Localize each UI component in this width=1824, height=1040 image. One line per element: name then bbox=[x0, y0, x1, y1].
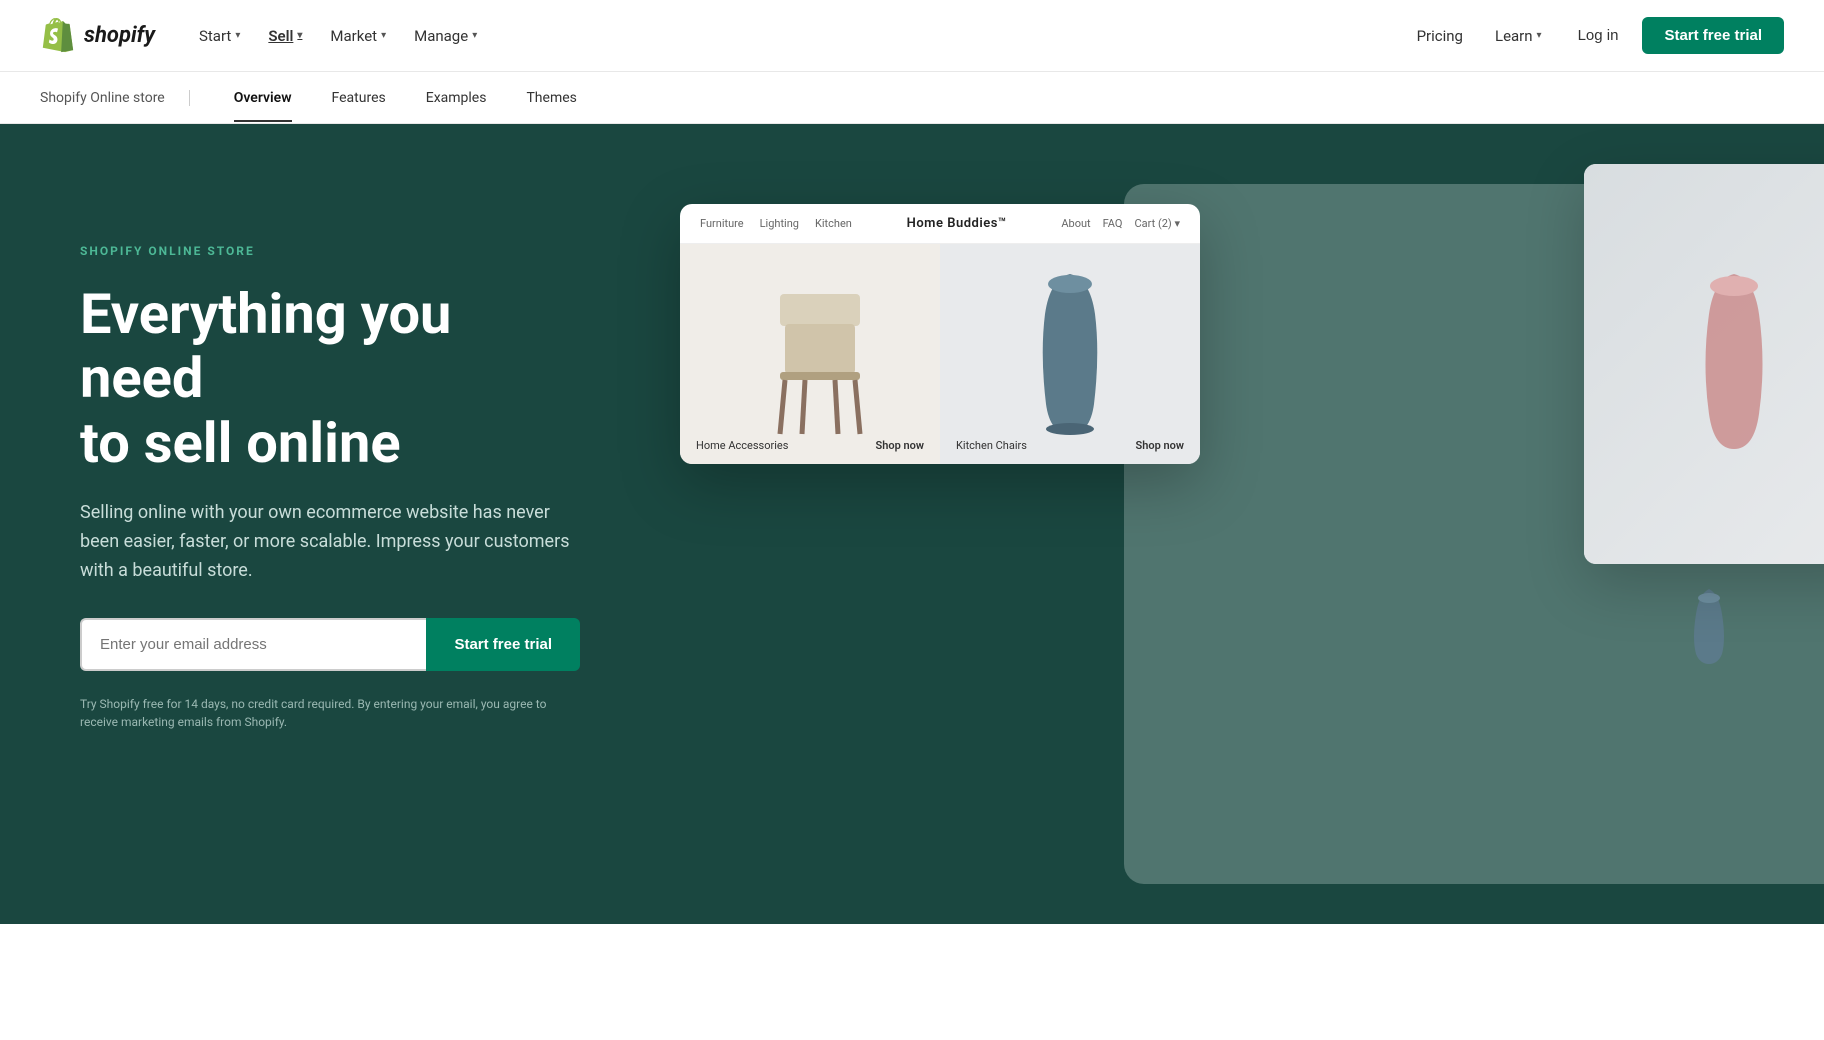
chair-product-image bbox=[680, 244, 940, 464]
shopify-logo-icon bbox=[40, 18, 76, 54]
subnav: Shopify Online store Overview Features E… bbox=[0, 72, 1824, 124]
logo-text: shopify bbox=[84, 23, 155, 48]
store-product-chairs: Kitchen Chairs Shop now bbox=[940, 244, 1200, 464]
email-input[interactable] bbox=[80, 618, 426, 671]
store-preview-card: Furniture Lighting Kitchen Home Buddies™… bbox=[680, 204, 1200, 464]
hero-disclaimer: Try Shopify free for 14 days, no credit … bbox=[80, 695, 560, 731]
nav-pricing[interactable]: Pricing bbox=[1405, 19, 1475, 53]
nav-trial-button[interactable]: Start free trial bbox=[1642, 17, 1784, 54]
product-shop-accessories: Shop now bbox=[876, 439, 925, 452]
store-nav-lighting: Lighting bbox=[760, 217, 799, 230]
nav-links-right: Pricing Learn ▾ Log in Start free trial bbox=[1405, 17, 1784, 54]
hero-subtext: Selling online with your own ecommerce w… bbox=[80, 499, 580, 585]
store-nav-furniture: Furniture bbox=[700, 217, 744, 230]
nav-sell[interactable]: Sell ▾ bbox=[256, 19, 314, 53]
start-chevron-icon: ▾ bbox=[235, 30, 240, 41]
store-preview-card-2 bbox=[1584, 164, 1824, 564]
product-label-chairs: Kitchen Chairs bbox=[956, 439, 1027, 452]
subnav-features[interactable]: Features bbox=[312, 74, 406, 122]
hero-content: SHOPIFY ONLINE STORE Everything you need… bbox=[0, 124, 640, 924]
nav-learn[interactable]: Learn ▾ bbox=[1483, 19, 1554, 53]
login-button[interactable]: Log in bbox=[1562, 19, 1635, 52]
product-shop-chairs: Shop now bbox=[1136, 439, 1185, 452]
sell-chevron-icon: ▾ bbox=[297, 30, 302, 41]
product-label-accessories: Home Accessories bbox=[696, 439, 788, 452]
nav-start[interactable]: Start ▾ bbox=[187, 19, 252, 53]
store-cart: Cart (2) ▾ bbox=[1135, 217, 1181, 230]
hero-eyebrow: SHOPIFY ONLINE STORE bbox=[80, 244, 580, 258]
store-product-accessories: Home Accessories Shop now bbox=[680, 244, 940, 464]
vase-product-image bbox=[940, 244, 1200, 464]
nav-manage[interactable]: Manage ▾ bbox=[402, 19, 489, 53]
logo-link[interactable]: shopify bbox=[40, 18, 155, 54]
store-nav-links: Furniture Lighting Kitchen bbox=[700, 217, 852, 230]
subnav-brand: Shopify Online store bbox=[40, 90, 190, 106]
market-chevron-icon: ▾ bbox=[381, 30, 386, 41]
hero-trial-button[interactable]: Start free trial bbox=[426, 618, 580, 671]
hero-section: SHOPIFY ONLINE STORE Everything you need… bbox=[0, 124, 1824, 924]
manage-chevron-icon: ▾ bbox=[472, 30, 477, 41]
nav-links-left: Start ▾ Sell ▾ Market ▾ Manage ▾ bbox=[187, 19, 1405, 53]
hero-heading: Everything you need to sell online bbox=[80, 282, 580, 475]
store-brand-name: Home Buddies™ bbox=[907, 216, 1007, 231]
hero-visual: Furniture Lighting Kitchen Home Buddies™… bbox=[640, 124, 1824, 924]
store-about-link: About bbox=[1061, 217, 1090, 230]
store-product-grid: Home Accessories Shop now Kitchen Chairs bbox=[680, 244, 1200, 464]
learn-chevron-icon: ▾ bbox=[1537, 30, 1542, 41]
subnav-examples[interactable]: Examples bbox=[406, 74, 507, 122]
store-right-links: About FAQ Cart (2) ▾ bbox=[1061, 217, 1180, 230]
store-nav-kitchen: Kitchen bbox=[815, 217, 852, 230]
subnav-overview[interactable]: Overview bbox=[214, 74, 312, 122]
store-faq-link: FAQ bbox=[1103, 217, 1123, 230]
subnav-themes[interactable]: Themes bbox=[506, 74, 596, 122]
nav-market[interactable]: Market ▾ bbox=[318, 19, 398, 53]
hero-form: Start free trial bbox=[80, 618, 580, 671]
store-card-header: Furniture Lighting Kitchen Home Buddies™… bbox=[680, 204, 1200, 244]
blue-vase-decoration bbox=[1684, 584, 1734, 664]
navbar: shopify Start ▾ Sell ▾ Market ▾ Manage ▾… bbox=[0, 0, 1824, 72]
